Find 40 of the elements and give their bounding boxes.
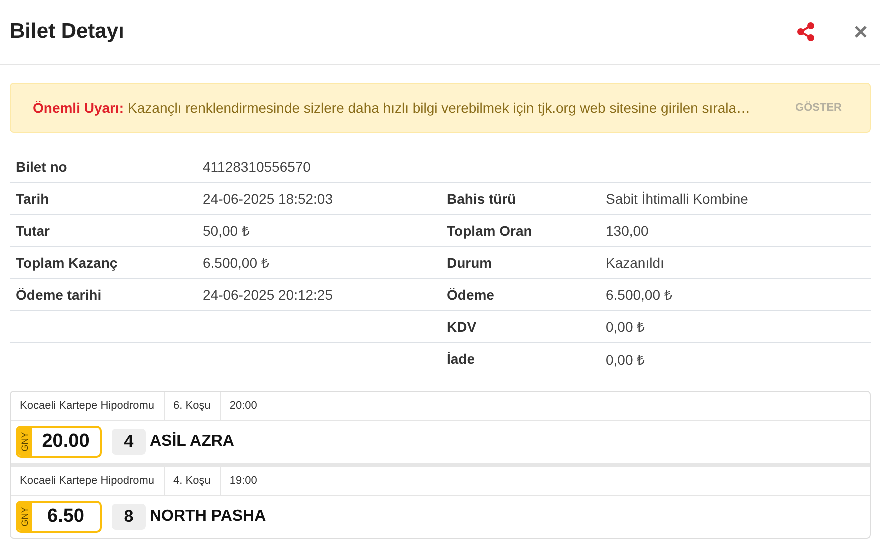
venue-name: Kocaeli Kartepe Hipodromu: [11, 467, 165, 495]
detail-label: Bilet no: [16, 158, 68, 174]
share-icon: [796, 22, 816, 42]
detail-value: 6.500,00 ₺: [203, 254, 270, 272]
horse-name: NORTH PASHA: [150, 508, 266, 526]
detail-value: 0,00 ₺: [606, 350, 646, 368]
horse-number: 8: [112, 504, 146, 530]
warning-label: Önemli Uyarı:: [33, 100, 124, 116]
dialog-title: Bilet Detayı: [10, 20, 126, 44]
detail-value: 0,00 ₺: [606, 318, 646, 336]
race-number: 6. Koşu: [164, 392, 221, 420]
horse-number: 4: [112, 429, 146, 455]
odds-value: 20.00: [41, 430, 91, 454]
race-time: 19:00: [228, 474, 258, 489]
detail-label: KDV: [447, 318, 478, 334]
detail-value: 6.500,00 ₺: [606, 286, 674, 304]
close-icon: [854, 25, 868, 39]
detail-label: Tutar: [16, 222, 51, 238]
detail-value: 50,00 ₺: [203, 222, 251, 240]
detail-label: Ödeme tarihi: [16, 286, 103, 302]
detail-label: Toplam Oran: [447, 222, 534, 238]
detail-label: Tarih: [16, 190, 50, 206]
detail-label: Bahis türü: [447, 190, 518, 206]
detail-value: 41128310556570: [203, 158, 312, 174]
detail-value: 24-06-2025 18:52:03: [203, 190, 334, 206]
detail-value: Kazanıldı: [606, 254, 666, 270]
race-number: 4. Koşu: [164, 467, 221, 495]
odds-value: 6.50: [46, 505, 86, 529]
detail-label: Durum: [447, 254, 494, 270]
venue-name: Kocaeli Kartepe Hipodromu: [11, 392, 165, 420]
detail-label: Toplam Kazanç: [16, 254, 119, 270]
detail-value: 130,00: [606, 222, 650, 238]
show-button[interactable]: GÖSTER: [790, 101, 848, 115]
detail-value: Sabit İhtimalli Kombine: [606, 190, 750, 206]
horse-name: ASİL AZRA: [150, 433, 234, 451]
detail-label: Ödeme: [447, 286, 496, 302]
warning-message: Kazançlı renklendirmesinde sizlere daha hızlı bilgi verebilmek için tjk.org web sitesine girilen sırala…: [128, 100, 752, 116]
detail-value: 24-06-2025 20:12:25: [203, 286, 334, 302]
detail-label: İade: [447, 351, 476, 367]
race-time: 20:00: [228, 399, 258, 414]
